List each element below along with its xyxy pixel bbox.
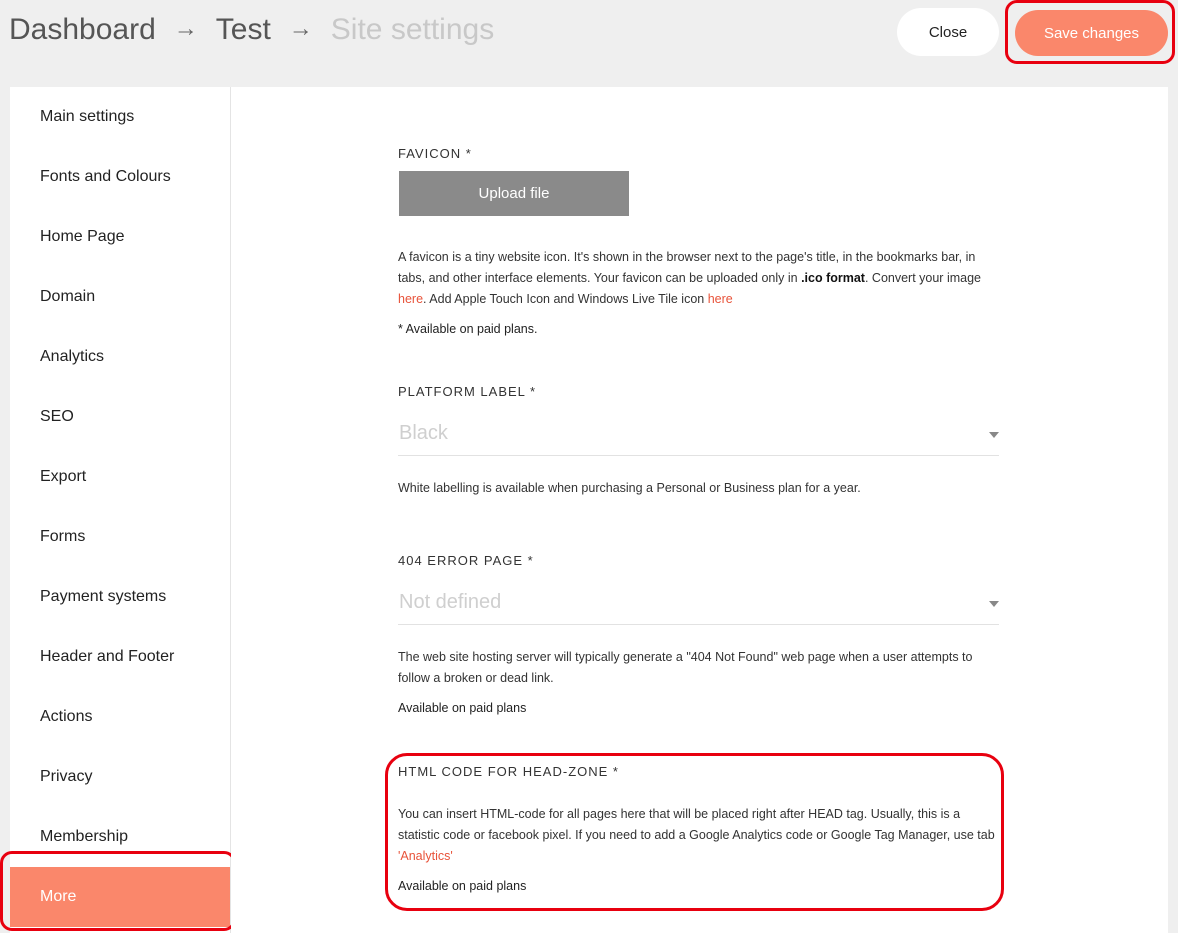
sidebar-item-domain[interactable]: Domain [10,267,230,327]
analytics-tab-link[interactable]: 'Analytics' [398,849,453,863]
sidebar-item-export[interactable]: Export [10,447,230,507]
chevron-down-icon [989,601,999,607]
save-highlight: Save changes [1005,0,1175,64]
error-page-paid-note: Available on paid plans [398,701,527,715]
platform-label-value: Black [399,422,448,444]
settings-sidebar: Main settings Fonts and Colours Home Pag… [10,87,231,933]
platform-label-description: White labelling is available when purcha… [398,481,861,495]
apple-touch-icon-link[interactable]: here [708,292,733,306]
sidebar-item-privacy[interactable]: Privacy [10,747,230,807]
platform-label-title: PLATFORM LABEL * [398,384,537,399]
close-button[interactable]: Close [897,8,999,56]
upload-file-button[interactable]: Upload file [399,171,629,216]
sidebar-item-home-page[interactable]: Home Page [10,207,230,267]
sidebar-item-seo[interactable]: SEO [10,387,230,447]
sidebar-item-actions[interactable]: Actions [10,687,230,747]
favicon-description: A favicon is a tiny website icon. It's s… [398,250,981,306]
head-zone-label: HTML CODE FOR HEAD-ZONE * [398,764,619,779]
sidebar-item-more[interactable]: More [10,867,230,927]
sidebar-item-membership[interactable]: Membership [10,807,230,867]
breadcrumb-test[interactable]: Test [216,10,271,50]
convert-image-link[interactable]: here [398,292,423,306]
arrow-right-icon: → [173,15,198,42]
breadcrumb-dashboard[interactable]: Dashboard [9,10,156,50]
sidebar-item-header-and-footer[interactable]: Header and Footer [10,627,230,687]
chevron-down-icon [989,432,999,438]
error-page-select[interactable]: Not defined [398,585,999,625]
favicon-paid-note: * Available on paid plans. [398,322,538,336]
breadcrumb-site-settings: Site settings [330,13,495,46]
error-page-value: Not defined [399,591,502,613]
save-changes-button[interactable]: Save changes [1015,10,1168,56]
sidebar-item-fonts-and-colours[interactable]: Fonts and Colours [10,147,230,207]
sidebar-item-payment-systems[interactable]: Payment systems [10,567,230,627]
head-zone-description: You can insert HTML-code for all pages h… [398,807,995,863]
breadcrumb: Dashboard → Test → Site settings [9,10,494,50]
head-zone-paid-note: Available on paid plans [398,879,527,893]
ico-format-text: .ico format [801,271,865,285]
platform-label-select[interactable]: Black [398,416,999,456]
sidebar-item-main-settings[interactable]: Main settings [10,87,230,147]
arrow-right-icon: → [288,15,313,42]
error-page-description: The web site hosting server will typical… [398,650,973,685]
sidebar-item-forms[interactable]: Forms [10,507,230,567]
top-bar: Dashboard → Test → Site settings Close S… [0,0,1178,64]
favicon-label: FAVICON * [398,146,472,161]
error-page-label: 404 ERROR PAGE * [398,553,534,568]
sidebar-item-analytics[interactable]: Analytics [10,327,230,387]
